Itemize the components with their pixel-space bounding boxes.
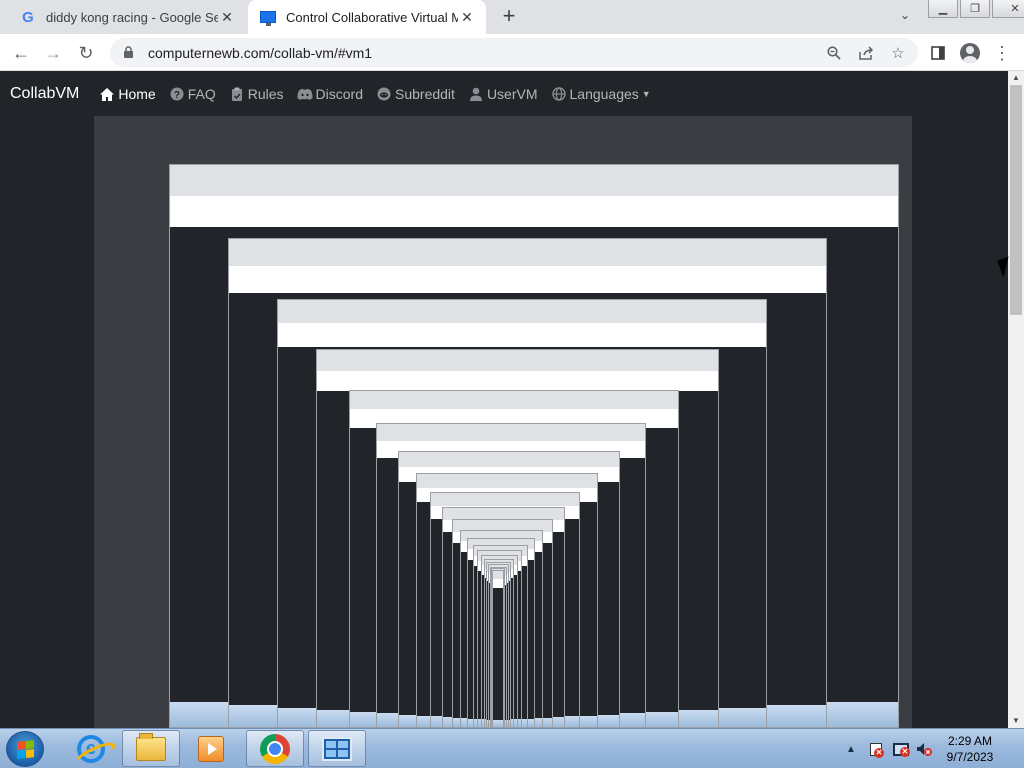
vm-screen-recursion: [94, 116, 912, 728]
tab-title: Control Collaborative Virtual Ma: [286, 9, 458, 25]
address-bar[interactable]: computernewb.com/collab-vm/#vm1 ☆: [110, 38, 918, 67]
nav-rules[interactable]: Rules: [229, 86, 284, 102]
profile-avatar[interactable]: [957, 40, 983, 66]
google-g-icon: G: [22, 8, 34, 26]
nav-home[interactable]: Home: [99, 86, 156, 102]
svg-text:?: ?: [174, 90, 180, 101]
reddit-icon: [376, 86, 392, 102]
taskbar-remote-desktop[interactable]: [308, 730, 366, 767]
nav-languages-dropdown[interactable]: Languages ▼: [551, 86, 651, 102]
tab-title: diddy kong racing - Google Sear: [46, 9, 218, 25]
nav-home-label: Home: [118, 86, 156, 102]
clipboard-icon: [229, 86, 245, 102]
menu-kebab-icon[interactable]: ⋮: [989, 40, 1015, 66]
tab-google-search[interactable]: G diddy kong racing - Google Sear ✕: [8, 0, 246, 34]
clock-time: 2:29 AM: [947, 734, 993, 748]
minimize-icon[interactable]: ▁: [928, 0, 958, 18]
window-controls: ▁ ❐ ✕: [928, 0, 1024, 18]
nav-faq-label: FAQ: [187, 86, 216, 102]
home-icon: [99, 86, 115, 102]
vm-display[interactable]: [94, 116, 912, 728]
caret-down-icon: ▼: [641, 89, 651, 99]
discord-icon: [297, 86, 313, 102]
nav-subreddit-label: Subreddit: [395, 86, 455, 102]
windows-logo-icon: [16, 739, 34, 759]
start-button[interactable]: [6, 731, 44, 767]
taskbar-internet-explorer[interactable]: e: [62, 730, 120, 767]
restore-icon[interactable]: ❐: [960, 0, 990, 18]
close-tab-icon[interactable]: ✕: [218, 8, 236, 26]
close-window-icon[interactable]: ✕: [992, 0, 1024, 18]
globe-icon: [551, 86, 567, 102]
taskbar-media-player[interactable]: [182, 730, 240, 767]
tab-collabvm[interactable]: Control Collaborative Virtual Ma ✕: [248, 0, 486, 34]
remote-desktop-icon: [322, 736, 352, 761]
forward-arrow-icon[interactable]: →: [40, 40, 66, 66]
page-scrollbar[interactable]: ▲ ▼: [1008, 71, 1024, 728]
ie-icon: e: [77, 734, 105, 763]
nav-rules-label: Rules: [247, 86, 284, 102]
url-text: computernewb.com/collab-vm/#vm1: [148, 44, 373, 61]
scroll-down-arrow-icon[interactable]: ▼: [1012, 717, 1020, 725]
nav-discord-label: Discord: [315, 86, 363, 102]
nav-languages-label: Languages: [569, 86, 639, 102]
chrome-icon: [260, 733, 290, 764]
taskbar-windows-explorer[interactable]: [122, 730, 180, 767]
clock-date: 9/7/2023: [946, 750, 994, 764]
action-center-flag-icon[interactable]: ✕: [866, 729, 886, 768]
folder-icon: [136, 732, 166, 761]
nav-uservm-label: UserVM: [486, 86, 538, 102]
monitor-icon: [260, 9, 276, 26]
side-panel-icon[interactable]: [925, 40, 951, 66]
media-player-icon: [198, 735, 224, 762]
browser-toolbar: ← → ↻ computernewb.com/collab-vm/#vm1 ☆ …: [0, 34, 1024, 71]
windows-taskbar: e ▲ ✕ ✕ 2:29 AM 9/7/2023: [0, 728, 1024, 768]
nested-screen-frame: [492, 569, 504, 728]
back-arrow-icon[interactable]: ←: [8, 40, 34, 66]
close-tab-icon[interactable]: ✕: [458, 8, 476, 26]
share-icon[interactable]: [855, 42, 877, 64]
reload-icon[interactable]: ↻: [73, 40, 99, 66]
lock-icon: [120, 45, 136, 61]
taskbar-google-chrome[interactable]: [246, 730, 304, 767]
site-navbar: CollabVM Home ? FAQ Rules Discord Subred…: [0, 71, 1008, 117]
question-circle-icon: ?: [169, 86, 185, 102]
tab-strip: G diddy kong racing - Google Sear ✕ Cont…: [0, 0, 1024, 34]
system-clock[interactable]: 2:29 AM 9/7/2023: [930, 733, 1010, 765]
nav-uservm[interactable]: UserVM: [468, 86, 538, 102]
new-tab-button[interactable]: +: [497, 5, 521, 29]
collabvm-page: CollabVM Home ? FAQ Rules Discord Subred…: [0, 71, 1008, 728]
scrollbar-thumb[interactable]: [1010, 85, 1022, 315]
network-icon[interactable]: ✕: [890, 729, 912, 768]
zoom-icon[interactable]: [823, 42, 845, 64]
bookmark-star-icon[interactable]: ☆: [887, 42, 909, 64]
nav-discord[interactable]: Discord: [297, 86, 363, 102]
nav-faq[interactable]: ? FAQ: [169, 86, 216, 102]
nav-subreddit[interactable]: Subreddit: [376, 86, 455, 102]
user-icon: [468, 86, 484, 102]
tab-search-chevron-icon[interactable]: ⌄: [896, 8, 914, 26]
brand-logo[interactable]: CollabVM: [10, 85, 79, 103]
scroll-up-arrow-icon[interactable]: ▲: [1012, 74, 1020, 82]
show-hidden-icons-arrow[interactable]: ▲: [844, 729, 858, 768]
